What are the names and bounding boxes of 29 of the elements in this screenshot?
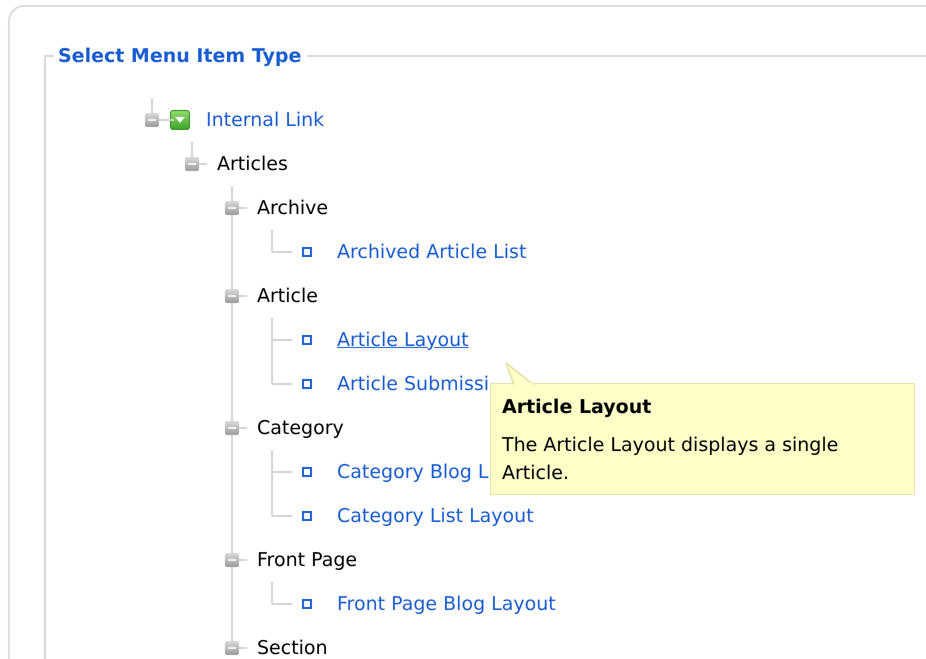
category-label: Article [257, 286, 318, 306]
bullet-icon [302, 467, 312, 477]
bullet-icon [302, 247, 312, 257]
collapse-toggle[interactable] [225, 421, 239, 435]
menu-type-link[interactable]: Front Page Blog Layout [337, 594, 556, 614]
category-label: Front Page [257, 550, 358, 570]
bullet-icon [302, 335, 312, 345]
bullet-icon [302, 379, 312, 389]
menu-type-link[interactable]: Article Layout [337, 330, 469, 350]
collapse-toggle[interactable] [185, 157, 199, 171]
bullet-icon [302, 599, 312, 609]
collapse-toggle[interactable] [225, 289, 239, 303]
menu-type-link[interactable]: Category List Layout [337, 506, 534, 526]
category-label: Articles [217, 154, 288, 174]
group-title: Internal Link [206, 110, 324, 130]
category-label: Category [257, 418, 344, 438]
category-label: Archive [257, 198, 328, 218]
collapse-toggle[interactable] [225, 201, 239, 215]
collapse-toggle[interactable] [225, 641, 239, 655]
menu-type-link[interactable]: Category Blog L [337, 462, 488, 482]
tooltip-text: The Article Layout displays a single Article. [502, 433, 840, 486]
collapse-toggle[interactable] [145, 113, 159, 127]
tooltip-title: Article Layout [502, 396, 652, 418]
menu-type-link[interactable]: Article Submissi [337, 374, 490, 394]
menu-type-link[interactable]: Archived Article List [337, 242, 526, 262]
category-label: Section [257, 638, 328, 658]
section-legend: Select Menu Item Type [54, 45, 308, 67]
bullet-icon [302, 511, 312, 521]
collapse-toggle[interactable] [225, 553, 239, 567]
